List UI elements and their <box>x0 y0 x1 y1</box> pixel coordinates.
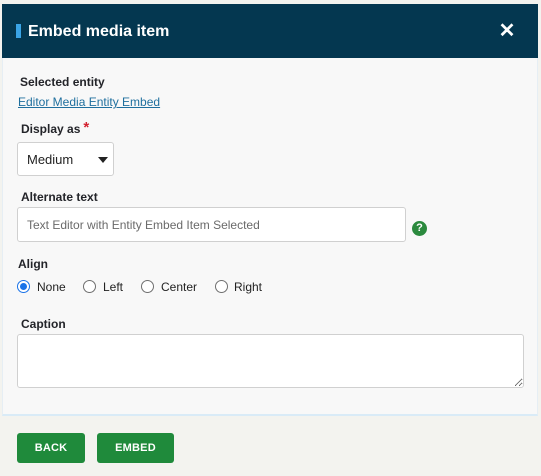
embed-button[interactable]: EMBED <box>97 433 174 463</box>
title-accent-bar <box>16 24 21 38</box>
selected-entity-label: Selected entity <box>20 75 105 89</box>
align-center-label: Center <box>161 280 198 294</box>
dialog-titlebar: Embed media item ✕ <box>2 4 538 58</box>
align-none-label: None <box>37 280 66 294</box>
back-button[interactable]: BACK <box>17 433 85 463</box>
alternate-text-input[interactable] <box>17 207 406 242</box>
align-center-radio[interactable] <box>141 280 154 293</box>
required-marker: * <box>83 119 90 136</box>
embed-media-dialog: Embed media item ✕ Selected entity Edito… <box>0 0 541 476</box>
align-none-radio[interactable] <box>17 280 30 293</box>
dialog-title: Embed media item <box>28 23 170 40</box>
alternate-text-label: Alternate text <box>21 190 98 204</box>
close-icon[interactable]: ✕ <box>496 18 518 44</box>
align-right-radio[interactable] <box>215 280 228 293</box>
display-as-select[interactable]: Medium <box>17 142 114 176</box>
align-left-label: Left <box>103 280 124 294</box>
align-right-label: Right <box>234 280 263 294</box>
display-as-label: Display as * <box>21 119 90 136</box>
help-icon[interactable]: ? <box>412 221 427 236</box>
align-label: Align <box>18 257 48 271</box>
chevron-down-icon <box>98 157 108 163</box>
display-as-selected-value: Medium <box>27 152 74 167</box>
selected-entity-link[interactable]: Editor Media Entity Embed <box>18 95 160 109</box>
caption-textarea[interactable] <box>17 334 524 388</box>
align-left-radio[interactable] <box>83 280 96 293</box>
dialog-content: Selected entity Editor Media Entity Embe… <box>2 58 538 416</box>
caption-label: Caption <box>21 317 66 331</box>
display-as-label-text: Display as <box>21 122 81 136</box>
